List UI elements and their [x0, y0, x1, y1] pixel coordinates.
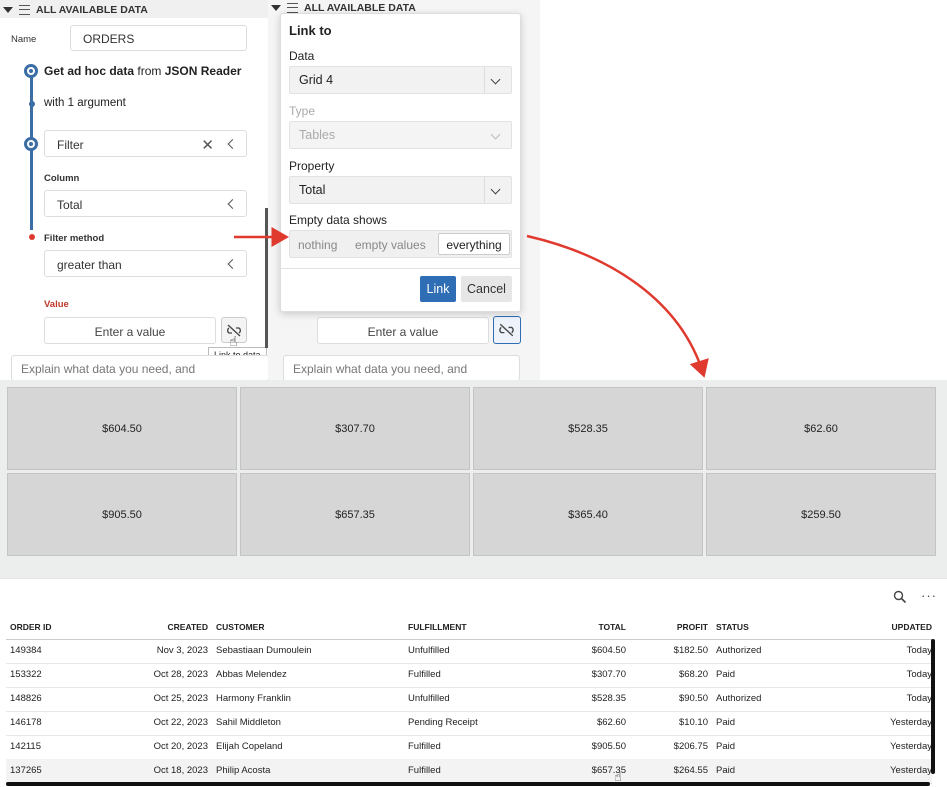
table-cell: Oct 28, 2023: [153, 669, 208, 680]
table-cell: Today: [906, 693, 932, 704]
table-cell: Paid: [716, 765, 736, 776]
vertical-scrollbar[interactable]: [931, 639, 935, 774]
table-cell: 149384: [10, 645, 42, 656]
table-row[interactable]: 153322 Oct 28, 2023 Abbas Melendez Fulfille…: [6, 663, 932, 688]
table-cell: 142115: [10, 741, 41, 752]
column-header[interactable]: STATUS: [716, 622, 749, 632]
table-cell: Pending Receipt: [408, 717, 478, 728]
column-header[interactable]: PROFIT: [628, 622, 708, 632]
search-icon[interactable]: [893, 590, 907, 609]
column-header[interactable]: CREATED: [146, 622, 208, 632]
column-header[interactable]: UPDATED: [846, 622, 932, 632]
grid-tile[interactable]: $604.50: [7, 387, 237, 470]
column-header[interactable]: CUSTOMER: [216, 622, 265, 632]
table-cell: Authorized: [716, 645, 762, 656]
table-cell: 148826: [10, 693, 42, 704]
table-cell: Oct 18, 2023: [153, 765, 208, 776]
table-cell: $182.50: [673, 645, 708, 656]
grid-tile[interactable]: $307.70: [240, 387, 470, 470]
table-cell: $68.20: [678, 669, 708, 680]
table-cell: Paid: [716, 717, 736, 728]
table-cell: Yesterday: [890, 717, 932, 728]
horizontal-scrollbar[interactable]: [6, 782, 930, 786]
table-cell: Today: [906, 645, 932, 656]
table-cell: Yesterday: [890, 765, 932, 776]
table-cell: Fulfilled: [408, 669, 441, 680]
table-cell: $62.60: [596, 717, 626, 728]
grid-tile[interactable]: $259.50: [706, 473, 936, 556]
table-cell: Yesterday: [890, 741, 932, 752]
cursor-pointer-icon: ☝: [614, 769, 622, 784]
grid-tile[interactable]: $528.35: [473, 387, 703, 470]
grid-tile[interactable]: $905.50: [7, 473, 237, 556]
table-cell: Paid: [716, 669, 736, 680]
grid-area: $604.50 $307.70 $528.35 $62.60 $905.50 $…: [0, 380, 947, 578]
table-cell: $10.10: [678, 717, 708, 728]
table-cell: Fulfilled: [408, 765, 441, 776]
table-cell: Unfulfilled: [408, 693, 450, 704]
table-cell: Oct 22, 2023: [153, 717, 208, 728]
grid-tile[interactable]: $365.40: [473, 473, 703, 556]
table-cell: $604.50: [591, 645, 626, 656]
table-row[interactable]: 137265 Oct 18, 2023 Philip Acosta Fulfilled…: [6, 759, 932, 784]
table-cell: $528.35: [591, 693, 626, 704]
table-cell: Authorized: [716, 693, 762, 704]
arrow-to-grid-icon: [526, 234, 709, 378]
table-cell: Today: [906, 669, 932, 680]
table-cell: Nov 3, 2023: [156, 645, 208, 656]
table-cell: $206.75: [673, 741, 708, 752]
table-cell: 153322: [10, 669, 42, 680]
table-cell: Paid: [716, 741, 736, 752]
column-header[interactable]: FULFILLMENT: [408, 622, 467, 632]
table-cell: Harmony Franklin: [216, 693, 291, 704]
grid-tile[interactable]: $657.35: [240, 473, 470, 556]
table-cell: $307.70: [591, 669, 626, 680]
table-cell: 146178: [10, 717, 42, 728]
table-row[interactable]: 149384 Nov 3, 2023 Sebastiaan Dumoulein Unf…: [6, 639, 932, 664]
grid-tile[interactable]: $62.60: [706, 387, 936, 470]
table-cell: Sebastiaan Dumoulein: [216, 645, 312, 656]
table-cell: 137265: [10, 765, 42, 776]
table-cell: Elijah Copeland: [216, 741, 283, 752]
table-cell: Philip Acosta: [216, 765, 271, 776]
table-cell: Oct 20, 2023: [153, 741, 208, 752]
table-cell: $905.50: [591, 741, 626, 752]
table-cell: $90.50: [678, 693, 708, 704]
table-cell: Oct 25, 2023: [153, 693, 208, 704]
more-options-icon[interactable]: ···: [921, 588, 937, 603]
column-header[interactable]: ORDER ID: [10, 622, 52, 632]
table-cell: Fulfilled: [408, 741, 441, 752]
table-cell: Abbas Melendez: [216, 669, 287, 680]
orders-table: ··· ORDER ID CREATED CUSTOMER FULFILLMEN…: [0, 578, 947, 787]
table-header: ORDER ID CREATED CUSTOMER FULFILLMENT TO…: [6, 617, 932, 640]
table-cell: Unfulfilled: [408, 645, 450, 656]
table-row[interactable]: 148826 Oct 25, 2023 Harmony Franklin Unfulf…: [6, 687, 932, 712]
table-cell: Sahil Middleton: [216, 717, 281, 728]
table-row[interactable]: 142115 Oct 20, 2023 Elijah Copeland Fulfill…: [6, 735, 932, 760]
table-row[interactable]: 146178 Oct 22, 2023 Sahil Middleton Pending…: [6, 711, 932, 736]
column-header[interactable]: TOTAL: [546, 622, 626, 632]
table-cell: $264.55: [673, 765, 708, 776]
